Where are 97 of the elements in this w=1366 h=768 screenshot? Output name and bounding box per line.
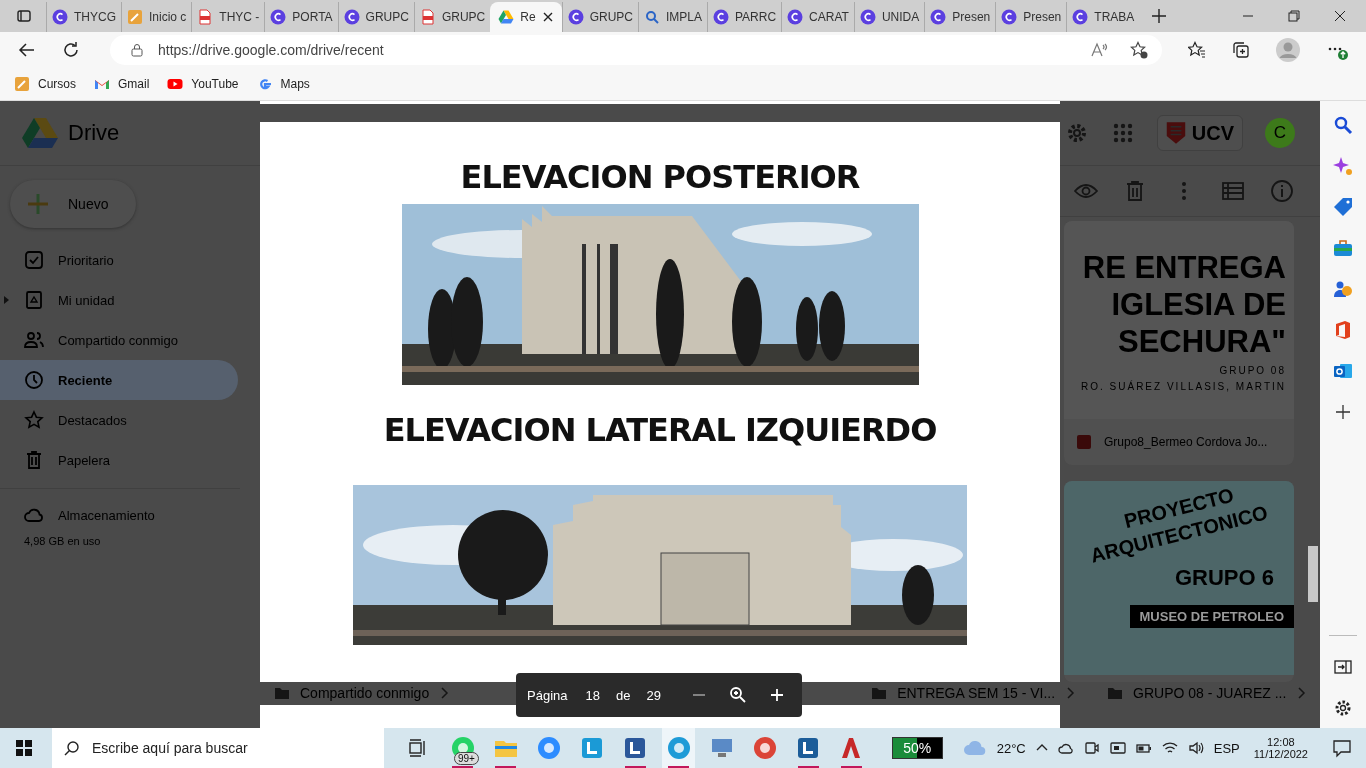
clock-time[interactable]: 12:08: [1267, 736, 1295, 748]
page-count: 29: [646, 687, 661, 703]
canva-icon: [859, 9, 876, 25]
bookmark-link[interactable]: Maps: [256, 76, 310, 92]
office-icon[interactable]: [1333, 320, 1353, 340]
clock-date[interactable]: 11/12/2022: [1253, 748, 1308, 760]
tab-actions-icon[interactable]: [16, 8, 32, 24]
organization-logo: UCV: [1156, 115, 1243, 151]
bookmark-link[interactable]: Cursos: [14, 76, 76, 92]
pdf-icon: [419, 9, 436, 25]
scrollbar-thumb[interactable]: [1308, 546, 1318, 602]
toolbox-icon[interactable]: [1333, 238, 1353, 258]
bookmark-link[interactable]: YouTube: [167, 76, 239, 92]
add-favorite-icon[interactable]: [1130, 41, 1148, 59]
clock-icon: [24, 370, 44, 390]
notification-badge: 99+: [454, 752, 479, 765]
thumbnail-text: MUSEO DE PETROLEO: [1129, 605, 1294, 628]
pdf-icon: [1076, 434, 1092, 450]
browser-tab[interactable]: Re: [490, 2, 562, 32]
remote-icon: [709, 736, 734, 760]
close-icon[interactable]: [541, 11, 554, 23]
thumbnail-title: RE ENTREGA: [1082, 248, 1286, 286]
drive-logo-icon: [498, 9, 515, 25]
taskbar-app[interactable]: 99+: [446, 728, 480, 768]
bookmark-link[interactable]: Gmail: [94, 76, 150, 92]
url-text: https://drive.google.com/drive/recent: [158, 42, 384, 58]
thumbnail-title: SECHURA": [1118, 322, 1286, 360]
drive-folder-icon: [24, 290, 44, 310]
canva-icon: [1072, 9, 1089, 25]
folder-icon: [1107, 685, 1124, 701]
youtube-icon: [167, 76, 184, 92]
outlook-icon[interactable]: [1333, 361, 1353, 381]
sparkle-icon[interactable]: [1333, 156, 1353, 176]
notes-icon: [14, 76, 30, 92]
shield-icon: [1165, 120, 1186, 146]
canva-icon: [343, 9, 360, 25]
new-tab-icon[interactable]: [1151, 8, 1168, 24]
windows-start-icon[interactable]: [16, 740, 32, 756]
settings-icon[interactable]: [1333, 698, 1353, 718]
camera-icon[interactable]: [1083, 740, 1100, 756]
drive-logo-icon: [22, 117, 58, 149]
tag-icon[interactable]: [1333, 197, 1353, 217]
storage-usage: 4,98 GB en uso: [23, 535, 102, 547]
thumbnail-title: IGLESIA DE: [1111, 285, 1286, 323]
display-icon[interactable]: [1109, 740, 1126, 756]
profile-avatar-icon[interactable]: [1276, 38, 1300, 62]
people-icon: [24, 330, 44, 350]
page-heading: ELEVACION POSTERIOR: [460, 158, 860, 196]
favorites-icon[interactable]: [1188, 41, 1206, 59]
taskbar-app[interactable]: [661, 728, 696, 768]
canva-icon: [930, 9, 947, 25]
people-icon[interactable]: [1333, 279, 1353, 299]
refresh-icon[interactable]: [62, 41, 80, 59]
close-icon[interactable]: [1334, 10, 1346, 22]
canva-icon: [270, 9, 287, 25]
search-icon: [643, 9, 660, 25]
canva-icon: [713, 9, 729, 25]
thumbnail-text: GRUPO 08: [1219, 364, 1286, 376]
folder-icon: [871, 685, 888, 701]
search-icon: [64, 740, 80, 756]
collections-icon[interactable]: [1232, 41, 1250, 59]
taskbar-search-field[interactable]: Escribe aquí para buscar: [52, 728, 384, 768]
star-icon: [24, 410, 44, 430]
page-label: Página: [527, 687, 568, 703]
canva-icon: [1001, 9, 1018, 25]
pdf-icon: [197, 9, 214, 25]
language-indicator[interactable]: ESP: [1213, 740, 1240, 756]
app-title: Drive: [68, 120, 120, 146]
add-icon[interactable]: [1333, 402, 1353, 422]
battery-indicator[interactable]: 50%: [891, 737, 943, 759]
speaker-icon[interactable]: [1187, 740, 1204, 756]
canva-icon: [52, 9, 68, 25]
canva-icon: [787, 9, 804, 25]
plus-icon: [26, 192, 50, 216]
trash-icon: [24, 450, 44, 470]
folder-icon: [274, 685, 290, 701]
zoom-in-icon[interactable]: [768, 687, 785, 703]
thumbnail-text: RO. SUÁREZ VILLASIS, MARTIN: [1081, 380, 1286, 392]
notifications-icon[interactable]: [1332, 738, 1352, 758]
page-heading: ELEVACION LATERAL IZQUIERDO: [383, 411, 937, 449]
task-view-icon[interactable]: [408, 738, 428, 758]
page-label: de: [615, 687, 631, 703]
page-number: 18: [585, 687, 600, 703]
checkbox-icon: [24, 250, 44, 270]
back-arrow-icon[interactable]: [18, 41, 36, 59]
restore-icon[interactable]: [1288, 10, 1300, 22]
notes-icon: [127, 9, 143, 25]
hide-sidebar-icon[interactable]: [1333, 657, 1353, 677]
canva-icon: [567, 9, 584, 25]
temperature-text[interactable]: 22°C: [996, 740, 1026, 756]
search-icon[interactable]: [1333, 115, 1353, 135]
address-bar[interactable]: https://drive.google.com/drive/recent: [110, 35, 1162, 65]
read-aloud-icon[interactable]: [1090, 41, 1108, 59]
thumbnail-title: GRUPO 6: [1174, 565, 1274, 591]
lock-icon: [130, 43, 144, 57]
account-avatar[interactable]: C: [1265, 118, 1295, 148]
file-name: Grupo8_Bermeo Cordova Jo...: [1104, 435, 1268, 449]
